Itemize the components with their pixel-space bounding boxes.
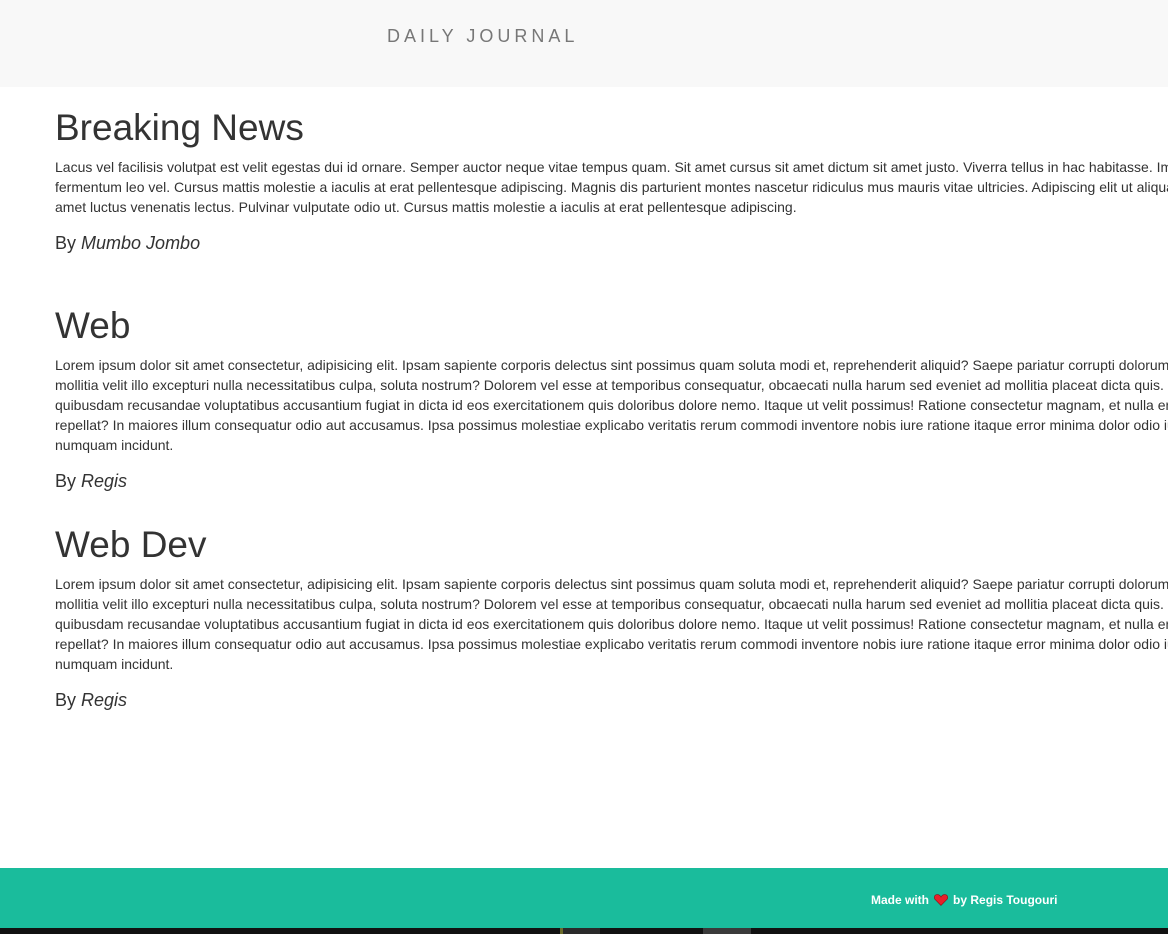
taskbar-segment	[560, 928, 600, 934]
footer-credit: Made with by Regis Tougouri	[871, 893, 1057, 907]
footer-author: by Regis Tougouri	[953, 893, 1058, 907]
post-body: Lorem ipsum dolor sit amet consectetur, …	[55, 576, 1168, 672]
post-title: Web Dev	[55, 524, 207, 565]
byline-label: By	[55, 690, 77, 710]
byline-label: By	[55, 471, 77, 491]
post: Breaking News Lacus vel facilisis volutp…	[55, 107, 1168, 255]
post-byline: By Mumbo Jombo	[55, 231, 1168, 255]
navbar: DAILY JOURNAL	[0, 0, 1168, 87]
post-author: Regis	[81, 690, 128, 710]
post-body: Lacus vel facilisis volutpat est velit e…	[55, 159, 1168, 215]
post-byline: By Regis	[55, 469, 1168, 493]
footer: Made with by Regis Tougouri	[0, 868, 1168, 928]
post-byline: By Regis	[55, 688, 1168, 712]
window-bottom-bar	[0, 928, 1168, 934]
post: Web Lorem ipsum dolor sit amet consectet…	[55, 305, 1168, 493]
taskbar-segment	[703, 928, 751, 934]
post-title: Web	[55, 305, 131, 346]
byline-label: By	[55, 233, 77, 253]
post-author: Mumbo Jombo	[81, 233, 201, 253]
post-author: Regis	[81, 471, 128, 491]
posts-container: Breaking News Lacus vel facilisis volutp…	[0, 87, 1168, 868]
brand-link[interactable]: DAILY JOURNAL	[387, 26, 578, 47]
post: Web Dev Lorem ipsum dolor sit amet conse…	[55, 524, 1168, 712]
heart-icon	[934, 894, 948, 906]
footer-made-with: Made with	[871, 893, 930, 907]
taskbar-marker	[560, 928, 563, 934]
post-body: Lorem ipsum dolor sit amet consectetur, …	[55, 357, 1168, 453]
post-title: Breaking News	[55, 107, 304, 148]
